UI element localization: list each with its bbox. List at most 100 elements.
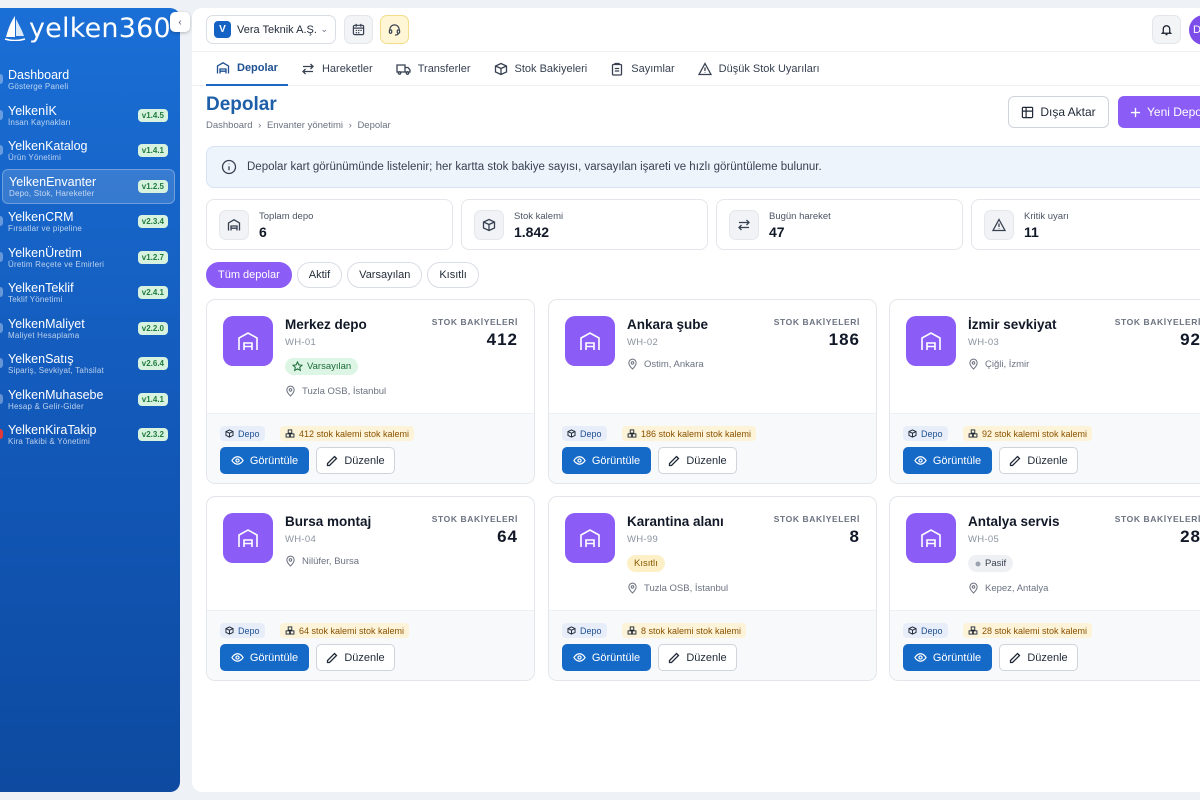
sidebar-item-yelkenkatalog[interactable]: YelkenKatalog Ürün Yönetimi v1.4.1 xyxy=(0,133,180,169)
box-icon xyxy=(908,429,917,438)
tab-sayimlar[interactable]: Sayımlar xyxy=(600,52,684,86)
tab-stok-bakiyeleri[interactable]: Stok Bakiyeleri xyxy=(484,52,598,86)
edit-button[interactable]: Düzenle xyxy=(999,644,1078,671)
export-button[interactable]: Dışa Aktar xyxy=(1008,96,1109,128)
stock-value: 64 xyxy=(497,527,518,546)
nav-dot-icon xyxy=(0,251,3,262)
sidebar-item-subtitle: Gösterge Paneli xyxy=(8,82,69,91)
stock-label: STOK BAKİYELERİ xyxy=(1114,514,1200,524)
sidebar-collapse-button[interactable]: ‹ xyxy=(170,12,190,32)
warehouse-icon xyxy=(216,62,230,74)
edit-button[interactable]: Düzenle xyxy=(999,447,1078,474)
main-panel: V Vera Teknik A.Ş. ⌄ D Depolar Hareketle… xyxy=(192,8,1200,792)
view-button[interactable]: Görüntüle xyxy=(220,644,309,671)
warehouse-name: Merkez depo xyxy=(285,317,367,332)
warehouse-location: Ostim, Ankara xyxy=(627,358,704,370)
notifications-button[interactable] xyxy=(1152,15,1181,44)
tab-dusuk-stok-uyarilari[interactable]: Düşük Stok Uyarıları xyxy=(688,52,830,86)
edit-button[interactable]: Düzenle xyxy=(316,644,395,671)
view-label: Görüntüle xyxy=(591,454,641,467)
stat-value: 1.842 xyxy=(514,224,550,240)
clipboard-icon xyxy=(612,62,623,76)
tab-depolar[interactable]: Depolar xyxy=(206,52,288,86)
view-button[interactable]: Görüntüle xyxy=(562,447,651,474)
warehouse-code: WH-99 xyxy=(627,534,659,545)
status-badge: Pasif xyxy=(968,555,1014,572)
warehouse-icon xyxy=(223,316,273,366)
warehouse-code: WH-05 xyxy=(968,534,1000,545)
stock-label: STOK BAKİYELERİ xyxy=(431,317,518,327)
filter-restricted[interactable]: Kısıtlı xyxy=(427,262,479,288)
view-button[interactable]: Görüntüle xyxy=(903,447,992,474)
stat-label: Bugün hareket xyxy=(769,211,831,222)
organization-select[interactable]: V Vera Teknik A.Ş. ⌄ xyxy=(206,15,336,44)
stock-count-tag: 92 stok kalemi stok kalemi xyxy=(963,426,1093,441)
warehouse-code: WH-03 xyxy=(968,337,1000,348)
breadcrumb-item[interactable]: Envanter yönetimi xyxy=(267,120,343,131)
sidebar-item-yelkensatis[interactable]: YelkenSatış Sipariş, Sevkiyat, Tahsilat … xyxy=(0,346,180,382)
boxes-icon xyxy=(285,429,295,438)
tab-transferler[interactable]: Transferler xyxy=(386,52,481,86)
filter-all[interactable]: Tüm depolar xyxy=(206,262,292,288)
sidebar-item-yelkenteklif[interactable]: YelkenTeklif Teklif Yönetimi v2.4.1 xyxy=(0,275,180,311)
stock-value: 28 xyxy=(1180,527,1200,546)
table-export-icon xyxy=(1022,106,1034,118)
stock-count-label: 412 stok kalemi stok kalemi xyxy=(299,428,410,439)
stat-today-movements: Bugün hareket 47 xyxy=(716,199,963,250)
stock-label: STOK BAKİYELERİ xyxy=(773,317,860,327)
sidebar-item-yelkenik[interactable]: YelkenİK İnsan Kaynakları v1.4.5 xyxy=(0,98,180,134)
module-tabs: Depolar Hareketler Transferler Stok Baki… xyxy=(192,52,1200,86)
brand-logo[interactable]: yelken360 xyxy=(0,8,180,48)
sidebar-item-yelkenmuhasebe[interactable]: YelkenMuhasebe Hesap & Gelir-Gider v1.4.… xyxy=(0,382,180,418)
calendar-button[interactable] xyxy=(344,15,373,44)
warehouse-name: Ankara şube xyxy=(627,317,709,332)
location-pin-icon xyxy=(628,582,637,594)
edit-label: Düzenle xyxy=(1027,454,1068,467)
edit-button[interactable]: Düzenle xyxy=(316,447,395,474)
edit-button[interactable]: Düzenle xyxy=(658,644,737,671)
warehouse-code: WH-04 xyxy=(285,534,317,545)
star-icon xyxy=(292,361,303,372)
edit-label: Düzenle xyxy=(686,651,727,664)
sidebar-item-dashboard[interactable]: Dashboard Gösterge Paneli xyxy=(0,62,180,98)
location-text: Ostim, Ankara xyxy=(644,358,704,370)
stat-label: Toplam depo xyxy=(259,211,314,222)
topbar: V Vera Teknik A.Ş. ⌄ D xyxy=(192,8,1200,52)
sidebar-item-yelkenkiratakip[interactable]: YelkenKiraTakip Kira Takibi & Yönetimi v… xyxy=(0,417,180,453)
breadcrumb-separator: › xyxy=(348,120,352,131)
location-pin-icon xyxy=(628,358,637,370)
edit-button[interactable]: Düzenle xyxy=(658,447,737,474)
breadcrumb-item[interactable]: Dashboard xyxy=(206,120,252,131)
view-button[interactable]: Görüntüle xyxy=(903,644,992,671)
info-icon xyxy=(221,159,237,175)
view-label: Görüntüle xyxy=(932,651,982,664)
stat-value: 6 xyxy=(259,224,267,240)
version-badge: v2.4.1 xyxy=(137,286,168,299)
sidebar-item-yelkenenvanter[interactable]: YelkenEnvanter Depo, Stok, Hareketler v1… xyxy=(2,168,175,204)
sidebar-item-yelkencrm[interactable]: YelkenCRM Fırsatlar ve pipeline v2.3.4 xyxy=(0,204,180,240)
box-icon xyxy=(494,62,507,76)
sidebar-item-yelkenmaliyet[interactable]: YelkenMaliyet Maliyet Hesaplama v2.2.0 xyxy=(0,311,180,347)
filter-active[interactable]: Aktif xyxy=(296,262,343,288)
warehouse-location: Kepez, Antalya xyxy=(968,582,1048,594)
warehouse-card: Karantina alanı WH-99 Kısıtlı Tuzla OSB,… xyxy=(548,496,877,681)
location-pin-icon xyxy=(969,358,978,370)
view-button[interactable]: Görüntüle xyxy=(562,644,651,671)
warning-icon xyxy=(992,218,1006,232)
filter-default[interactable]: Varsayılan xyxy=(347,262,423,288)
eye-icon xyxy=(914,456,927,465)
sidebar-item-yelkenuretim[interactable]: YelkenÜretim Üretim Reçete ve Emirleri v… xyxy=(0,240,180,276)
location-pin-icon xyxy=(286,555,295,567)
stat-value: 47 xyxy=(769,224,785,240)
new-warehouse-button[interactable]: Yeni Depo xyxy=(1118,96,1200,128)
support-button[interactable] xyxy=(380,15,409,44)
user-avatar[interactable]: D xyxy=(1189,15,1200,45)
view-button[interactable]: Görüntüle xyxy=(220,447,309,474)
tab-hareketler[interactable]: Hareketler xyxy=(291,52,383,86)
stock-value: 8 xyxy=(849,527,860,546)
eye-icon xyxy=(231,456,244,465)
eye-icon xyxy=(231,653,244,662)
chevron-down-icon: ⌄ xyxy=(320,24,328,34)
version-badge: v1.4.5 xyxy=(137,108,168,122)
pencil-icon xyxy=(327,652,338,663)
